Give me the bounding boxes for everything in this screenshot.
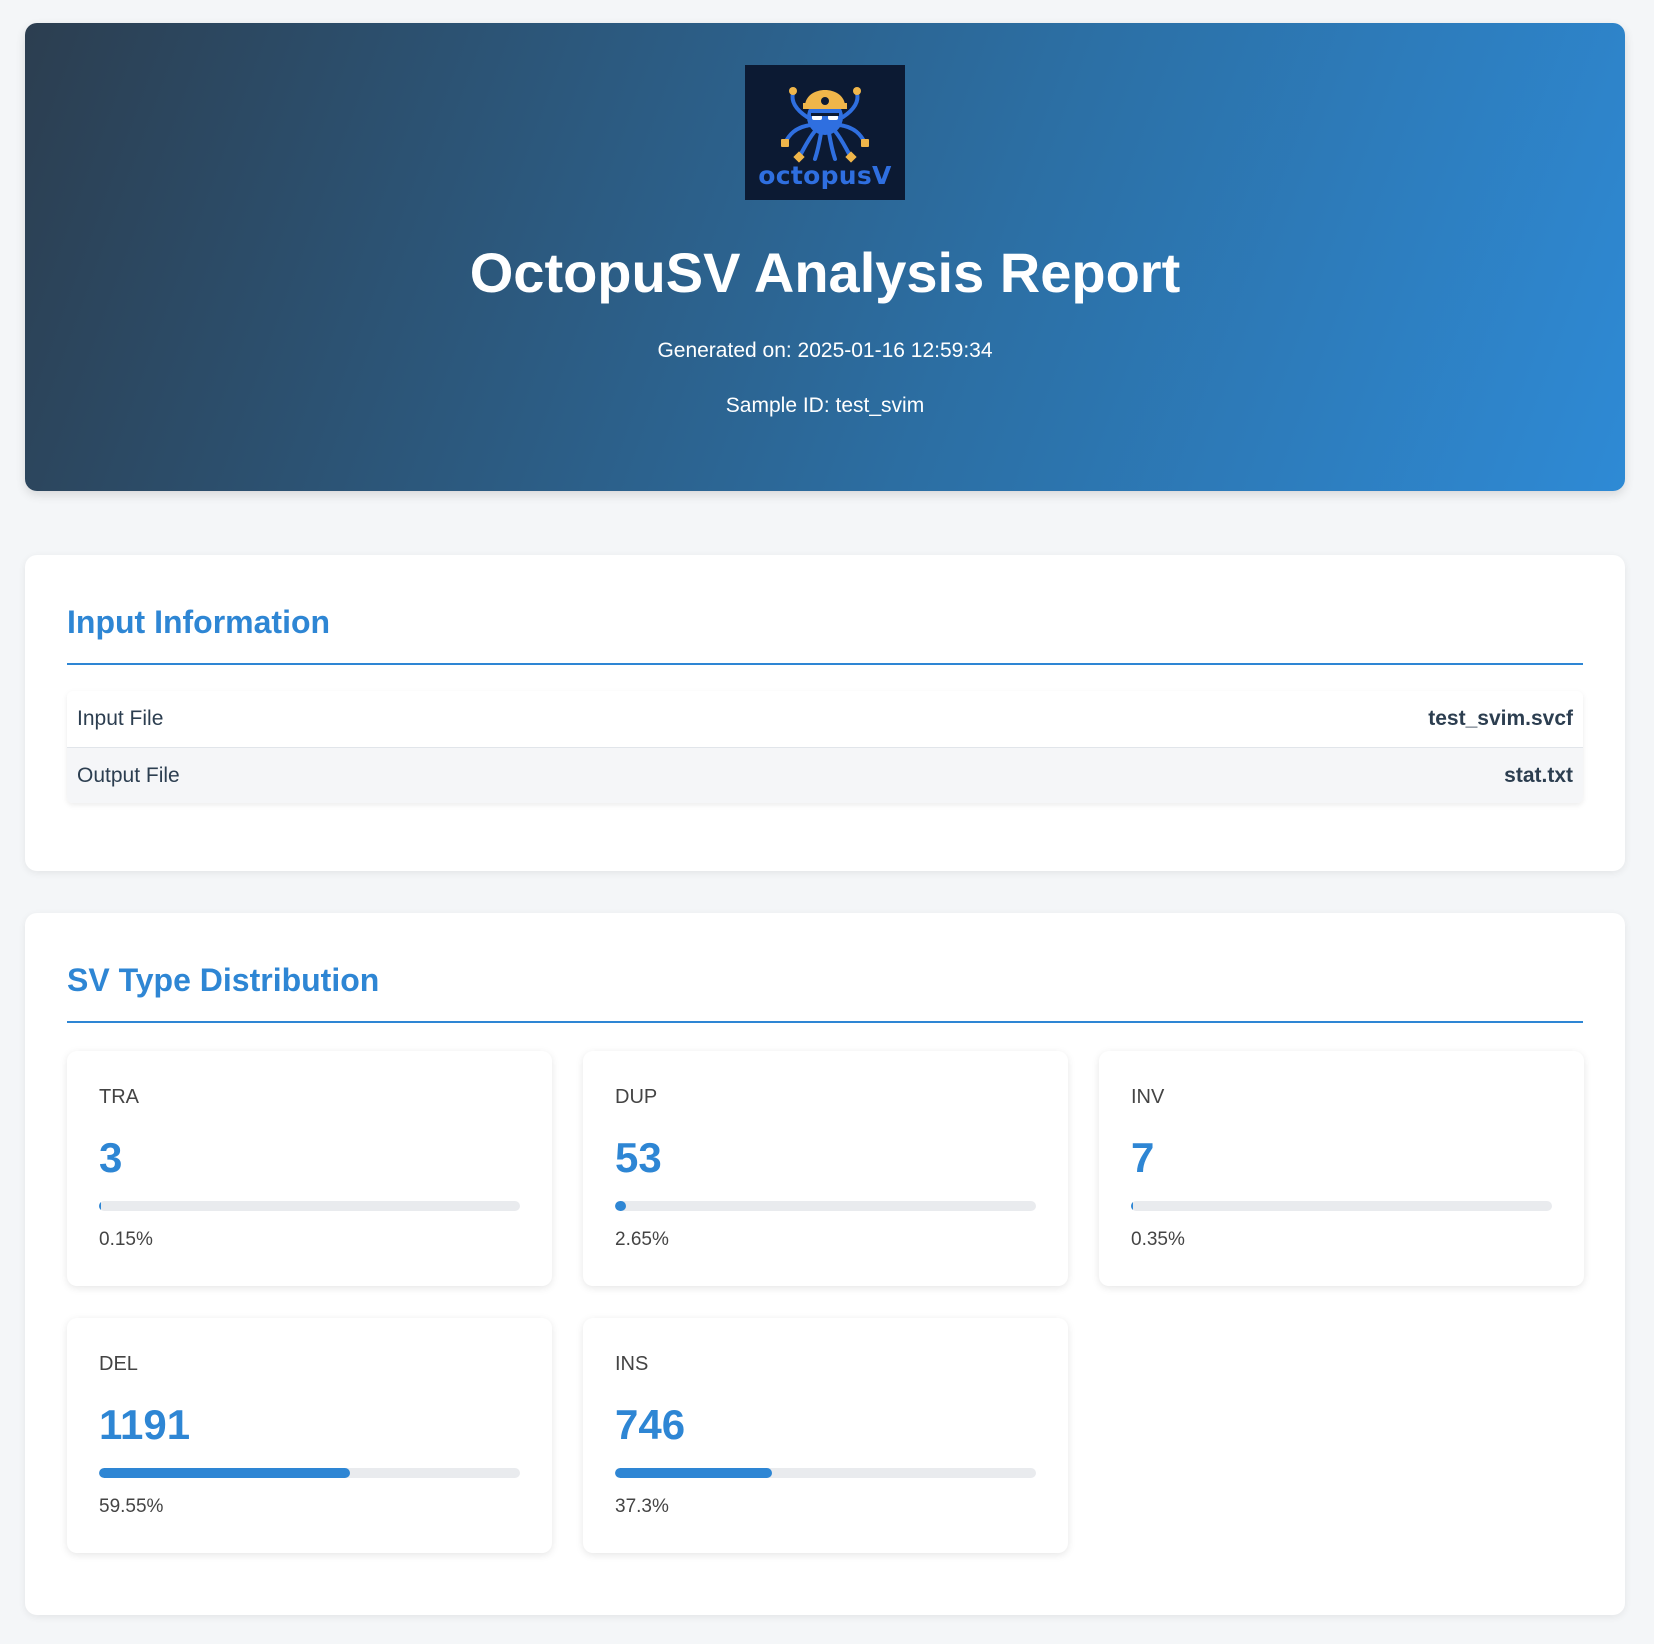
stat-type-label: INS [615, 1353, 649, 1375]
stat-percent: 2.65% [615, 1229, 669, 1250]
stat-card-inv: INV 7 0.35% [1099, 1051, 1584, 1286]
input-info-table: Input File test_svim.svcf Output File st… [67, 691, 1583, 803]
stat-type-label: DUP [615, 1086, 658, 1108]
sample-id: Sample ID: test_svim [725, 394, 925, 417]
progress-bar [99, 1468, 520, 1478]
sv-type-distribution-card: SV Type Distribution TRA 3 0.15% DUP 53 … [25, 913, 1625, 1615]
input-information-card: Input Information Input File test_svim.s… [25, 555, 1625, 871]
stat-percent: 59.55% [99, 1496, 164, 1517]
output-file-label: Output File [77, 763, 180, 787]
stat-count: 53 [615, 1134, 662, 1181]
report-header: octopusV OctopuSV Analysis Report Genera… [25, 23, 1625, 491]
sv-stats-grid: TRA 3 0.15% DUP 53 2.65% INV 7 0.35% DEL… [67, 1051, 1584, 1553]
progress-bar [615, 1468, 1036, 1478]
stat-count: 7 [1131, 1134, 1155, 1181]
input-file-label: Input File [77, 707, 164, 730]
progress-bar-fill [99, 1201, 101, 1211]
table-row: Input File test_svim.svcf [67, 691, 1583, 747]
table-row: Output File stat.txt [67, 747, 1583, 803]
stat-type-label: TRA [99, 1086, 139, 1108]
stat-type-label: INV [1131, 1086, 1165, 1108]
progress-bar [99, 1201, 520, 1211]
octopusv-logo: octopusV [745, 65, 905, 200]
progress-bar-fill [99, 1468, 350, 1478]
stat-percent: 37.3% [615, 1496, 669, 1517]
stat-card-dup: DUP 53 2.65% [583, 1051, 1068, 1286]
generated-timestamp: Generated on: 2025-01-16 12:59:34 [657, 339, 993, 362]
page-title: OctopuSV Analysis Report [469, 241, 1181, 304]
progress-bar [615, 1201, 1036, 1211]
stat-card-tra: TRA 3 0.15% [67, 1051, 552, 1286]
sv-type-distribution-heading: SV Type Distribution [67, 961, 1583, 1023]
stat-card-del: DEL 1191 59.55% [67, 1318, 552, 1553]
stat-count: 1191 [99, 1401, 191, 1448]
stat-percent: 0.15% [99, 1229, 153, 1250]
report-page: octopusV OctopuSV Analysis Report Genera… [25, 23, 1625, 1615]
input-information-heading: Input Information [67, 603, 1583, 665]
progress-bar [1131, 1201, 1552, 1211]
stat-card-ins: INS 746 37.3% [583, 1318, 1068, 1553]
output-file-value: stat.txt [1504, 763, 1573, 787]
progress-bar-fill [615, 1201, 627, 1211]
progress-bar-fill [1131, 1201, 1133, 1211]
stat-type-label: DEL [99, 1353, 138, 1375]
progress-bar-fill [615, 1468, 773, 1478]
stat-percent: 0.35% [1131, 1229, 1185, 1250]
stat-count: 746 [615, 1401, 686, 1448]
logo-text: octopusV [758, 161, 892, 190]
input-file-value: test_svim.svcf [1428, 707, 1573, 730]
stat-count: 3 [99, 1134, 123, 1181]
